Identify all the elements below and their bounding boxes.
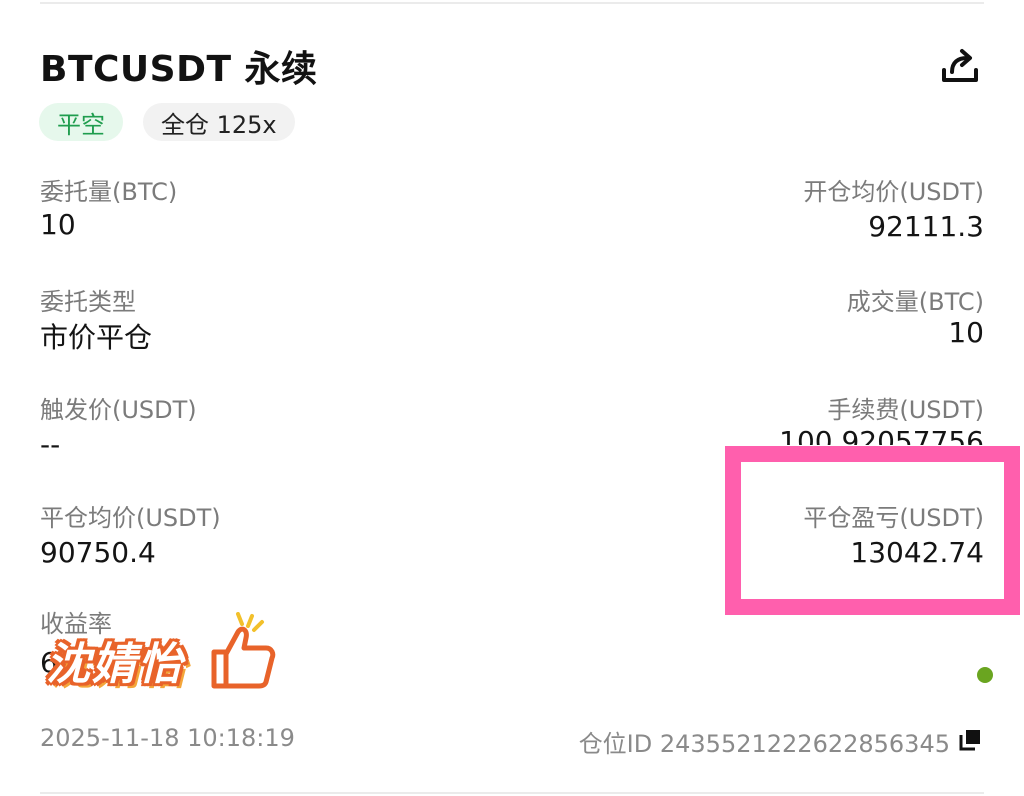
trigger-price-label: 触发价(USDT) [40, 396, 197, 424]
top-divider [40, 2, 984, 4]
bottom-divider [40, 792, 984, 794]
order-timestamp: 2025-11-18 10:18:19 [40, 724, 295, 752]
symbol-title: BTCUSDT 永续 [40, 49, 318, 90]
order-type-label: 委托类型 [40, 288, 136, 316]
watermark-sticker: 沈婧怡 [40, 608, 280, 698]
direction-badge: 平空 [39, 103, 123, 141]
order-qty-value: 10 [40, 208, 76, 241]
trigger-price-value: -- [40, 428, 61, 461]
close-avg-value: 90750.4 [40, 536, 156, 569]
position-id: 仓位ID 2435521222622856345 [578, 730, 950, 758]
fee-value-clip: 100.92057756 [754, 425, 984, 445]
open-avg-label: 开仓均价(USDT) [803, 178, 984, 206]
status-dot [977, 667, 993, 683]
open-avg-value: 92111.3 [868, 210, 984, 243]
order-qty-label: 委托量(BTC) [40, 178, 178, 206]
copy-icon[interactable] [958, 728, 982, 752]
filled-qty-label: 成交量(BTC) [846, 288, 984, 316]
watermark-text: 沈婧怡 [46, 639, 184, 690]
close-avg-label: 平仓均价(USDT) [40, 504, 221, 532]
thumbs-up-icon [211, 612, 276, 689]
order-type-value: 市价平仓 [40, 321, 153, 354]
pnl-highlight-box [725, 446, 1020, 615]
share-icon[interactable] [940, 46, 980, 86]
fee-value: 100.92057756 [779, 425, 984, 445]
margin-mode-badge: 全仓 125x [143, 103, 295, 141]
filled-qty-value: 10 [948, 316, 984, 349]
fee-label: 手续费(USDT) [827, 396, 984, 424]
